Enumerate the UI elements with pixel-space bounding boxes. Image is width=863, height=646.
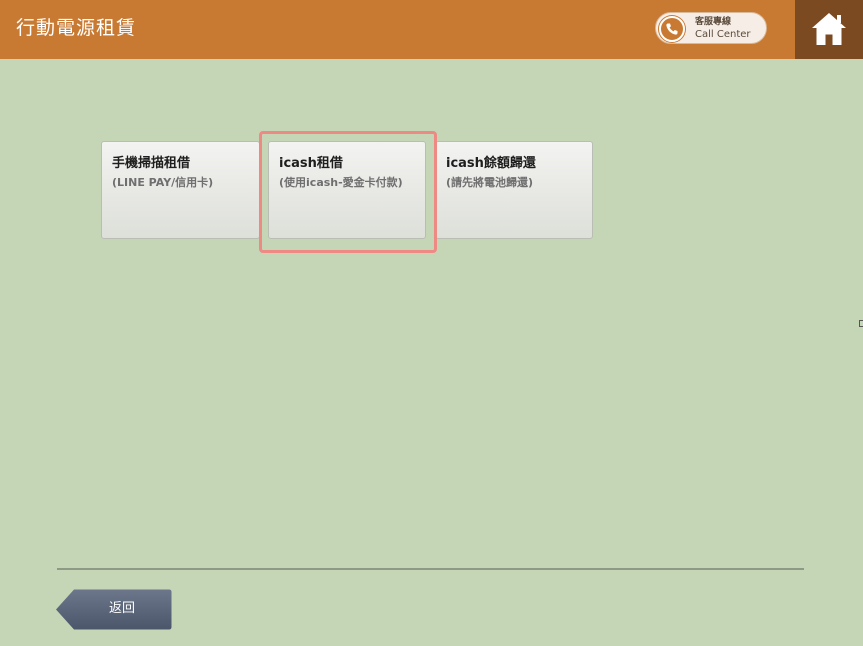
footer-divider — [57, 568, 804, 570]
home-button[interactable] — [795, 0, 863, 59]
option-icash-balance-return[interactable]: icash餘額歸還 (請先將電池歸還) — [435, 141, 593, 239]
header-bar: 行動電源租賃 客服專線 Call Center — [0, 0, 863, 59]
option-subtitle: (使用icash-愛金卡付款) — [279, 176, 403, 189]
edge-marker — [859, 320, 863, 327]
option-title: 手機掃描租借 — [112, 156, 191, 171]
option-mobile-scan-rent[interactable]: 手機掃描租借 (LINE PAY/信用卡) — [101, 141, 260, 239]
back-button-label: 返回 — [108, 601, 135, 616]
phone-icon — [659, 16, 685, 42]
option-icash-rent[interactable]: icash租借 (使用icash-愛金卡付款) — [268, 141, 426, 239]
option-subtitle: (請先將電池歸還) — [446, 176, 534, 189]
call-center-label-cn: 客服專線 — [695, 17, 732, 27]
call-center-label-en: Call Center — [695, 29, 751, 40]
back-button[interactable]: 返回 — [56, 589, 172, 630]
option-title: icash餘額歸還 — [446, 156, 536, 171]
page-title: 行動電源租賃 — [16, 17, 137, 39]
option-subtitle: (LINE PAY/信用卡) — [112, 176, 214, 189]
option-title: icash租借 — [279, 156, 343, 171]
call-center-button[interactable]: 客服專線 Call Center — [655, 12, 767, 44]
